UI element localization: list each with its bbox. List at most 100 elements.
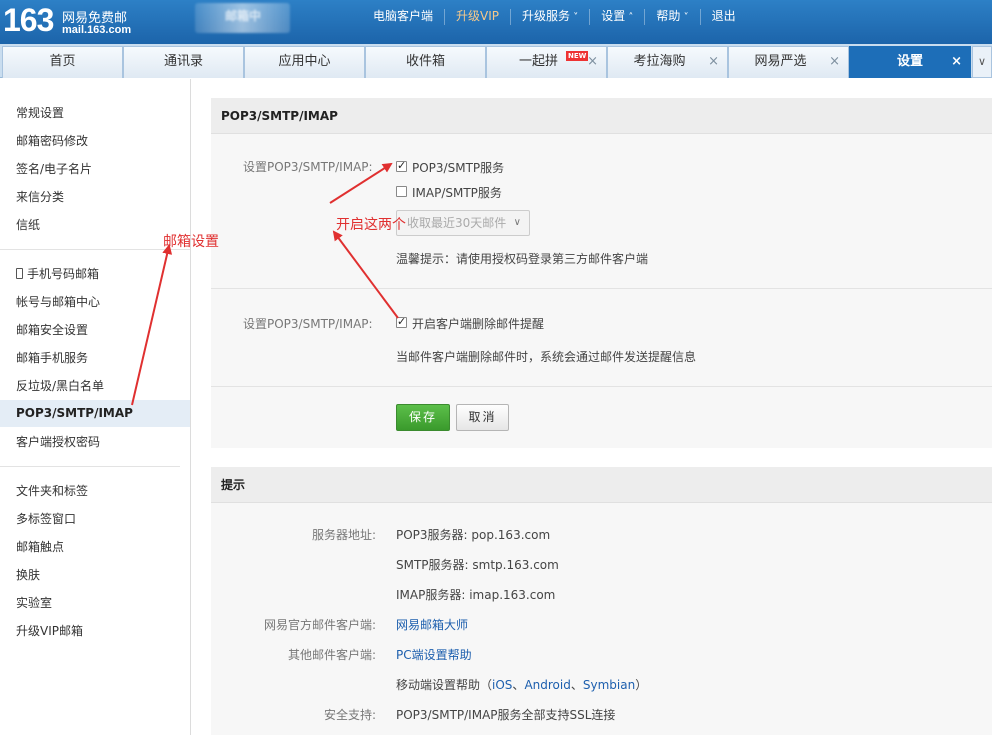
- sidebar-item-lab[interactable]: 实验室: [16, 595, 52, 611]
- pop3-checkbox[interactable]: [396, 159, 407, 172]
- tab-label: 首页: [49, 54, 76, 69]
- imap-checkbox[interactable]: [396, 186, 407, 197]
- tab-label: 考拉海购: [633, 54, 686, 69]
- panel-title: POP3/SMTP/IMAP: [211, 98, 992, 134]
- sidebar-item-touchpoint[interactable]: 邮箱触点: [16, 539, 64, 555]
- top-header: 163 网易免费邮 mail.163.com 邮箱中 电脑客户端 升级VIP 升…: [0, 0, 992, 44]
- sidebar-item-mobile-service[interactable]: 邮箱手机服务: [16, 350, 88, 366]
- sidebar-item-stationery[interactable]: 信纸: [16, 217, 40, 233]
- sidebar-item-upgrade-vip[interactable]: 升级VIP邮箱: [16, 623, 83, 639]
- fetch-range-select[interactable]: 收取最近30天邮件 ∨: [396, 210, 530, 236]
- smtp-server: SMTP服务器: smtp.163.com: [396, 558, 559, 572]
- user-name-blurred[interactable]: 邮箱中: [195, 3, 290, 33]
- cancel-button[interactable]: 取消: [456, 404, 509, 431]
- nav-logout[interactable]: 退出: [699, 9, 747, 25]
- delete-notify-desc: 当邮件客户端删除邮件时，系统会通过邮件发送提醒信息: [396, 350, 697, 364]
- security-label: 安全支持:: [323, 708, 376, 722]
- phone-icon: [16, 268, 23, 279]
- nav-desktop-client[interactable]: 电脑客户端: [362, 9, 444, 25]
- panel-title: 提示: [211, 467, 992, 503]
- sidebar-item-mail-filter[interactable]: 来信分类: [16, 189, 64, 205]
- close-icon[interactable]: ×: [951, 47, 962, 77]
- sidebar-item-password[interactable]: 邮箱密码修改: [16, 133, 88, 149]
- sidebar-item-label: 手机号码邮箱: [27, 267, 100, 281]
- sidebar-item-signature[interactable]: 签名/电子名片: [16, 161, 92, 177]
- close-icon[interactable]: ×: [587, 47, 598, 77]
- user-name: 邮箱中: [225, 9, 262, 23]
- tab-label: 设置: [896, 54, 923, 69]
- mobile-help-prefix: 移动端设置帮助（: [396, 678, 493, 692]
- sidebar-item-folders-tags[interactable]: 文件夹和标签: [16, 483, 88, 499]
- chevron-down-icon: ∨: [513, 217, 521, 228]
- mobile-help: 移动端设置帮助（iOS、Android、Symbian）: [396, 676, 647, 693]
- tab-inbox[interactable]: 收件箱: [365, 46, 486, 78]
- row1-label: 设置POP3/SMTP/IMAP:: [243, 160, 373, 174]
- tab-group-buy[interactable]: 一起拼 NEW ×: [486, 46, 607, 78]
- pop3-settings-panel: POP3/SMTP/IMAP 设置POP3/SMTP/IMAP: POP3/SM…: [211, 98, 992, 448]
- android-link[interactable]: Android: [524, 678, 570, 692]
- row2-label: 设置POP3/SMTP/IMAP:: [243, 317, 373, 331]
- row-divider: [211, 386, 992, 387]
- symbian-link[interactable]: Symbian: [583, 678, 635, 692]
- delete-notify-checkbox[interactable]: [396, 315, 407, 328]
- tab-home[interactable]: 首页: [2, 46, 123, 78]
- separator: 、: [570, 678, 583, 692]
- official-client-link[interactable]: 网易邮箱大师: [396, 616, 468, 633]
- sidebar-item-pop3-smtp-imap[interactable]: POP3/SMTP/IMAP: [0, 400, 190, 427]
- annotation-mailbox-settings: 邮箱设置: [163, 234, 219, 250]
- pop3-option-label[interactable]: POP3/SMTP服务: [412, 159, 504, 176]
- tab-contacts[interactable]: 通讯录: [123, 46, 244, 78]
- save-button[interactable]: 保存: [396, 404, 450, 431]
- mobile-help-suffix: ）: [635, 678, 648, 692]
- tab-kaola[interactable]: 考拉海购 ×: [607, 46, 728, 78]
- pop3-server: POP3服务器: pop.163.com: [396, 528, 551, 542]
- sidebar-item-phone-mailbox[interactable]: 手机号码邮箱: [16, 266, 99, 282]
- logo-domain[interactable]: mail.163.com: [62, 24, 131, 36]
- top-nav: 电脑客户端 升级VIP 升级服务 设置 帮助 退出: [362, 9, 747, 25]
- logo-number[interactable]: 163: [3, 2, 54, 39]
- tab-label: 网易严选: [754, 54, 807, 69]
- sidebar-item-skin[interactable]: 换肤: [16, 567, 40, 583]
- tab-yanxuan[interactable]: 网易严选 ×: [728, 46, 849, 78]
- fetch-range-value: 收取最近30天邮件: [407, 216, 507, 230]
- auth-code-tip: 温馨提示：请使用授权码登录第三方邮件客户端: [396, 252, 649, 266]
- sidebar-item-security[interactable]: 邮箱安全设置: [16, 322, 88, 338]
- close-icon[interactable]: ×: [708, 47, 719, 77]
- server-address-label: 服务器地址:: [311, 528, 376, 542]
- close-icon[interactable]: ×: [829, 47, 840, 77]
- tab-label: 收件箱: [405, 54, 445, 69]
- sidebar-item-multi-tab[interactable]: 多标签窗口: [16, 511, 76, 527]
- separator: 、: [512, 678, 525, 692]
- sidebar-item-client-auth-code[interactable]: 客户端授权密码: [16, 434, 100, 450]
- official-client-label: 网易官方邮件客户端:: [263, 618, 376, 632]
- tab-more-chevron-icon[interactable]: ∨: [972, 46, 992, 78]
- imap-option-label[interactable]: IMAP/SMTP服务: [412, 184, 502, 201]
- row-divider: [211, 288, 992, 289]
- nav-help[interactable]: 帮助: [644, 9, 699, 25]
- tips-panel: 提示 服务器地址: POP3服务器: pop.163.com SMTP服务器: …: [211, 467, 992, 735]
- tab-app-center[interactable]: 应用中心: [244, 46, 365, 78]
- sidebar-item-account-center[interactable]: 帐号与邮箱中心: [16, 294, 100, 310]
- new-badge: NEW: [566, 51, 589, 61]
- sidebar-item-antispam[interactable]: 反垃圾/黑白名单: [16, 378, 104, 394]
- tab-bar: 首页 通讯录 应用中心 收件箱 一起拼 NEW × 考拉海购 × 网易严选 × …: [0, 44, 992, 78]
- nav-settings[interactable]: 设置: [589, 9, 644, 25]
- security-value: POP3/SMTP/IMAP服务全部支持SSL连接: [396, 708, 616, 722]
- tab-settings[interactable]: 设置 ×: [849, 46, 971, 78]
- nav-upgrade-vip[interactable]: 升级VIP: [444, 9, 510, 25]
- settings-sidebar: 常规设置 邮箱密码修改 签名/电子名片 来信分类 信纸 手机号码邮箱 帐号与邮箱…: [0, 79, 191, 735]
- sidebar-divider: [0, 466, 180, 467]
- tab-label: 通讯录: [163, 54, 203, 69]
- delete-notify-label[interactable]: 开启客户端删除邮件提醒: [412, 315, 544, 332]
- sidebar-item-general[interactable]: 常规设置: [16, 105, 64, 121]
- tab-label: 应用中心: [278, 54, 331, 69]
- ios-link[interactable]: iOS: [492, 678, 512, 692]
- settings-content: POP3/SMTP/IMAP 设置POP3/SMTP/IMAP: POP3/SM…: [191, 79, 992, 735]
- imap-server: IMAP服务器: imap.163.com: [396, 588, 556, 602]
- pc-setup-help-link[interactable]: PC端设置帮助: [396, 646, 472, 663]
- sidebar-divider: [0, 249, 190, 250]
- other-client-label: 其他邮件客户端:: [287, 648, 376, 662]
- annotation-enable-both: 开启这两个: [336, 217, 406, 233]
- tab-label: 一起拼: [518, 54, 558, 69]
- nav-upgrade-service[interactable]: 升级服务: [510, 9, 589, 25]
